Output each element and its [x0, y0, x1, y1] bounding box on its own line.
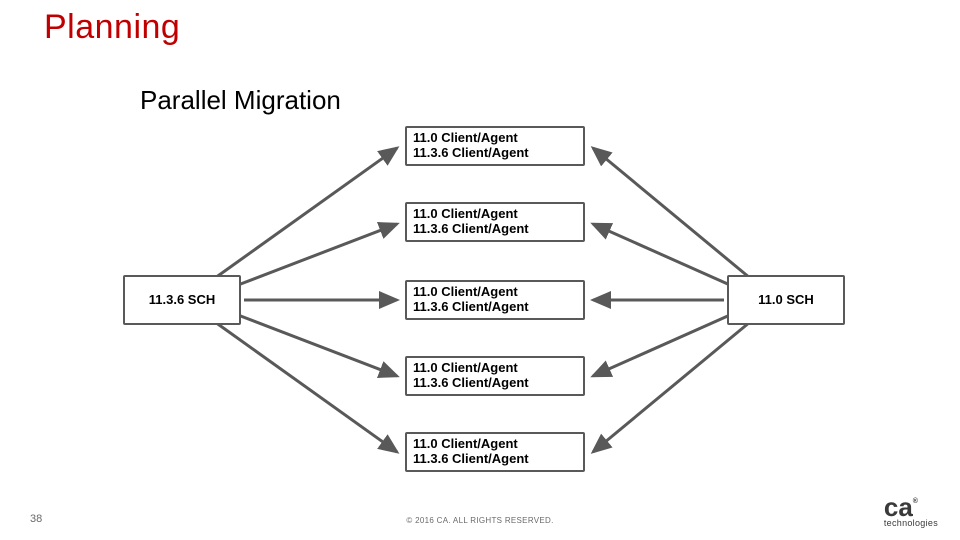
left-scheduler-label: 11.3.6 SCH: [149, 293, 216, 308]
section-title: Parallel Migration: [140, 85, 341, 116]
agent-line: 11.0 Client/Agent: [413, 207, 518, 222]
agent-line: 11.3.6 Client/Agent: [413, 222, 529, 237]
agent-line: 11.0 Client/Agent: [413, 131, 518, 146]
agent-line: 11.0 Client/Agent: [413, 437, 518, 452]
slide-number: 38: [30, 513, 42, 525]
agent-line: 11.0 Client/Agent: [413, 285, 518, 300]
ca-logo: ca® technologies: [884, 497, 938, 528]
agent-node: 11.0 Client/Agent 11.3.6 Client/Agent: [405, 202, 585, 242]
agent-line: 11.3.6 Client/Agent: [413, 146, 529, 161]
agent-line: 11.3.6 Client/Agent: [413, 376, 529, 391]
right-scheduler-label: 11.0 SCH: [758, 293, 814, 308]
logo-main: ca: [884, 497, 913, 518]
agent-node: 11.0 Client/Agent 11.3.6 Client/Agent: [405, 280, 585, 320]
agent-line: 11.3.6 Client/Agent: [413, 452, 529, 467]
right-scheduler-node: 11.0 SCH: [727, 275, 845, 325]
agent-node: 11.0 Client/Agent 11.3.6 Client/Agent: [405, 126, 585, 166]
copyright-text: © 2016 CA. ALL RIGHTS RESERVED.: [406, 516, 553, 525]
logo-subtitle: technologies: [884, 518, 938, 528]
agent-line: 11.0 Client/Agent: [413, 361, 518, 376]
page-title: Planning: [44, 8, 180, 47]
agent-node: 11.0 Client/Agent 11.3.6 Client/Agent: [405, 432, 585, 472]
logo-trademark: ®: [913, 497, 918, 505]
agent-node: 11.0 Client/Agent 11.3.6 Client/Agent: [405, 356, 585, 396]
agent-line: 11.3.6 Client/Agent: [413, 300, 529, 315]
left-scheduler-node: 11.3.6 SCH: [123, 275, 241, 325]
